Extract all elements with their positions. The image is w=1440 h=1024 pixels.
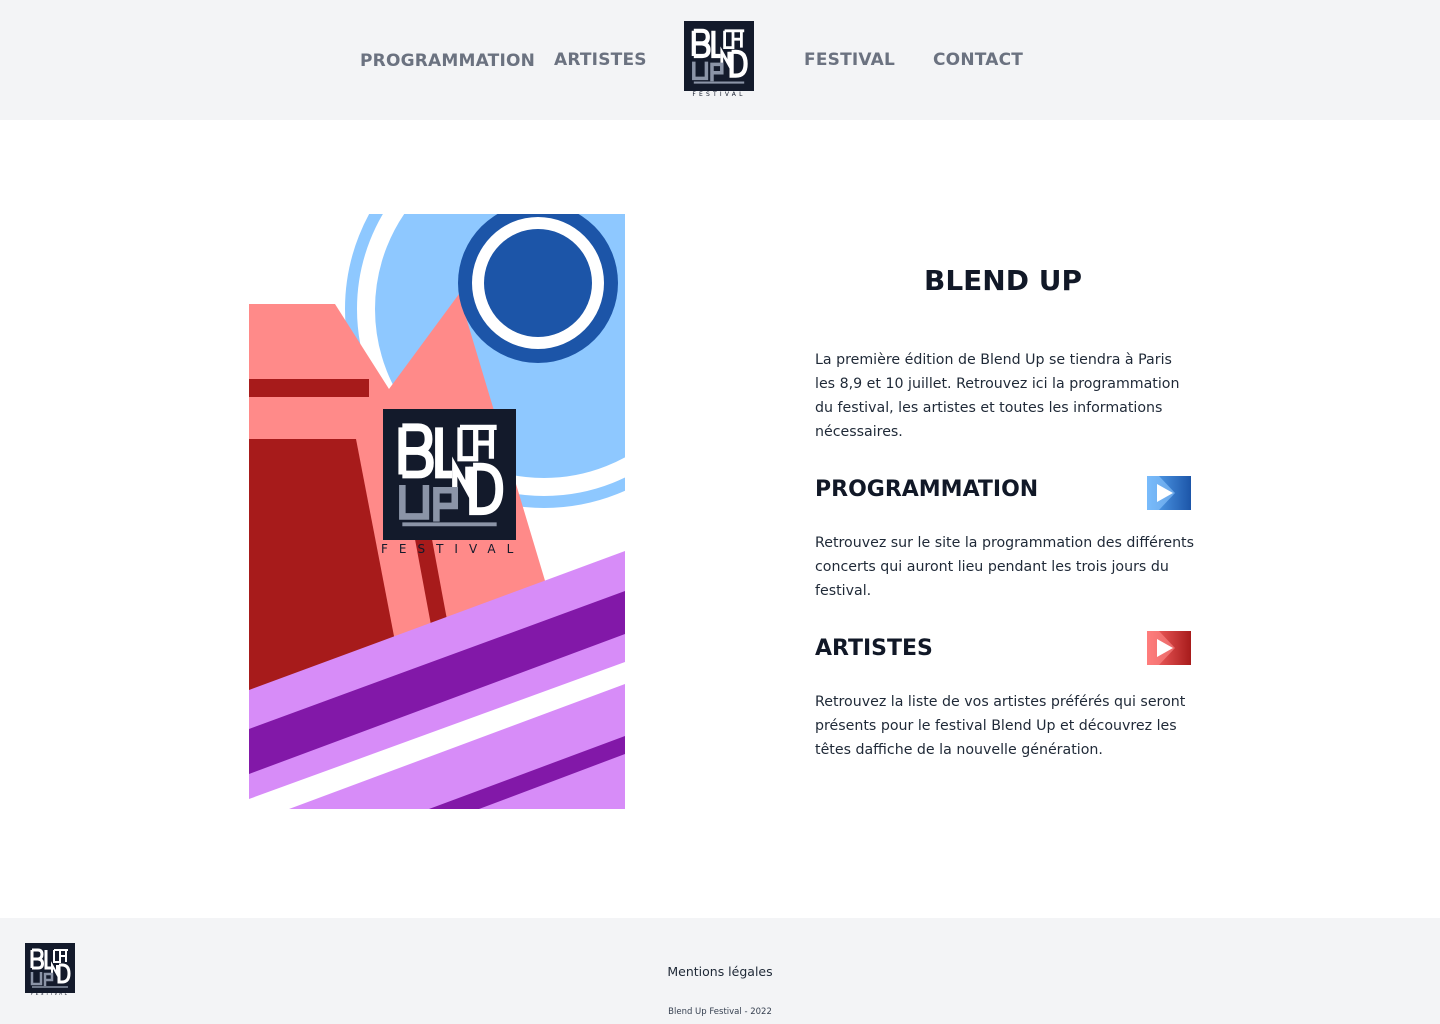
intro-paragraph: La première édition de Blend Up se tiend… xyxy=(815,352,1180,440)
nav-contact[interactable]: CONTACT xyxy=(933,50,1023,70)
programmation-text: Retrouvez sur le site la programmation d… xyxy=(815,535,1195,599)
artistes-text: Retrouvez la liste de vos artistes préfé… xyxy=(815,694,1186,758)
nav-artistes[interactable]: ARTISTES xyxy=(554,50,647,70)
copyright-text: Blend Up Festival - 2022 xyxy=(668,1007,772,1017)
play-icon xyxy=(1147,476,1191,510)
header-logo[interactable] xyxy=(684,21,754,91)
programmation-play-button[interactable] xyxy=(1147,476,1191,510)
legal-notice-link[interactable]: Mentions légales xyxy=(0,964,1440,979)
play-icon xyxy=(1147,631,1191,665)
blend-up-logo-icon xyxy=(398,423,504,527)
artistes-play-button[interactable] xyxy=(1147,631,1191,665)
footer-logo-caption: FESTIVAL xyxy=(30,992,70,997)
nav-programmation[interactable]: PROGRAMMATION xyxy=(360,51,535,71)
blend-up-logo-icon xyxy=(691,28,748,84)
poster-logo xyxy=(383,409,516,540)
poster-logo-caption: FESTIVAL xyxy=(381,542,525,556)
programmation-heading: PROGRAMMATION xyxy=(815,477,1039,502)
site-footer: FESTIVAL Mentions légales Blend Up Festi… xyxy=(0,918,1440,1024)
site-header: PROGRAMMATION ARTISTES FESTIVAL FESTIVAL… xyxy=(0,0,1440,120)
page-title: BLEND UP xyxy=(924,264,1082,297)
festival-poster: FESTIVAL xyxy=(249,214,625,809)
nav-festival[interactable]: FESTIVAL xyxy=(804,50,895,70)
artistes-heading: ARTISTES xyxy=(815,636,933,661)
header-logo-caption: FESTIVAL xyxy=(692,91,746,98)
